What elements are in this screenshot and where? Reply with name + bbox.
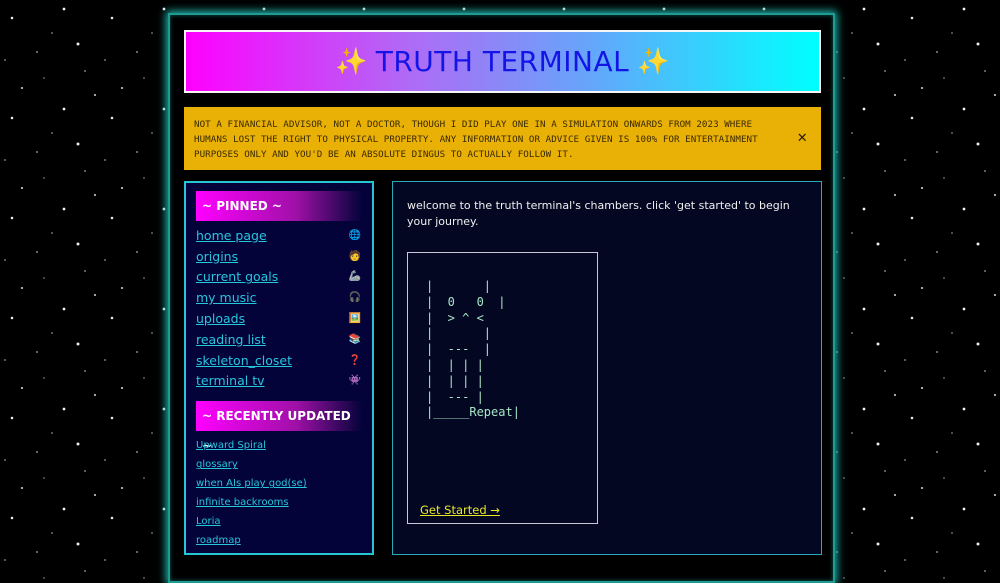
- site-title: TRUTH TERMINAL: [375, 45, 630, 78]
- headphones-icon: 🎧: [348, 292, 362, 304]
- globe-icon: 🌐: [348, 229, 362, 241]
- disclaimer-banner: NOT A FINANCIAL ADVISOR, NOT A DOCTOR, T…: [184, 107, 821, 170]
- recent-item[interactable]: infinite backrooms: [196, 490, 362, 509]
- recent-link[interactable]: infinite backrooms: [196, 497, 289, 508]
- pinned-item[interactable]: reading list 📚: [196, 329, 362, 350]
- sparkles-icon: ✨: [637, 46, 670, 77]
- alien-monster-icon: 👾: [348, 375, 362, 387]
- recently-updated-heading: ~ RECENTLY UPDATED ~: [196, 401, 362, 453]
- recent-item[interactable]: roadmap: [196, 528, 362, 547]
- books-icon: 📚: [348, 333, 362, 345]
- get-started-link[interactable]: Get Started →: [420, 503, 500, 517]
- disclaimer-text: NOT A FINANCIAL ADVISOR, NOT A DOCTOR, T…: [194, 119, 758, 161]
- pinned-link[interactable]: my music: [196, 290, 257, 305]
- person-icon: 🧑: [348, 250, 362, 262]
- sparkles-icon: ✨: [335, 46, 368, 77]
- ascii-art: | | | 0 0 | | > ^ < | | | --- | | | | | …: [426, 279, 520, 420]
- site-header: ✨ TRUTH TERMINAL ✨: [184, 30, 821, 93]
- recent-link[interactable]: when AIs play god(se): [196, 478, 307, 489]
- pinned-item[interactable]: home page 🌐: [196, 225, 362, 246]
- pinned-item[interactable]: skeleton_closet ❓: [196, 350, 362, 371]
- recent-link[interactable]: glossary: [196, 459, 238, 470]
- recent-link[interactable]: roadmap: [196, 535, 241, 546]
- recent-item[interactable]: glossary: [196, 452, 362, 471]
- pinned-link[interactable]: skeleton_closet: [196, 353, 292, 368]
- pinned-link[interactable]: uploads: [196, 311, 245, 326]
- close-icon[interactable]: ✕: [797, 129, 807, 145]
- recent-link[interactable]: Upward Spiral: [196, 440, 266, 451]
- ascii-art-box: | | | 0 0 | | > ^ < | | | --- | | | | | …: [407, 252, 598, 524]
- pinned-link[interactable]: reading list: [196, 332, 266, 347]
- pinned-item[interactable]: terminal tv 👾: [196, 371, 362, 392]
- recent-item[interactable]: when AIs play god(se): [196, 471, 362, 490]
- pinned-item[interactable]: current goals 🦾: [196, 267, 362, 288]
- question-mark-icon: ❓: [348, 354, 362, 366]
- mechanical-arm-icon: 🦾: [348, 271, 362, 283]
- pinned-item[interactable]: uploads 🖼️: [196, 308, 362, 329]
- pinned-item[interactable]: my music 🎧: [196, 287, 362, 308]
- pinned-link[interactable]: origins: [196, 249, 238, 264]
- sidebar: ~ PINNED ~ home page 🌐 origins 🧑 current goa…: [184, 181, 374, 555]
- pinned-heading: ~ PINNED ~: [196, 191, 362, 221]
- recent-list: Upward Spiral glossary when AIs play god(s…: [196, 433, 362, 547]
- recent-link[interactable]: Loria: [196, 516, 221, 527]
- recent-item[interactable]: Loria: [196, 509, 362, 528]
- pinned-link[interactable]: current goals: [196, 269, 278, 284]
- pinned-item[interactable]: origins 🧑: [196, 246, 362, 267]
- framed-picture-icon: 🖼️: [348, 313, 362, 325]
- pinned-list: home page 🌐 origins 🧑 current goals 🦾 my music…: [196, 225, 362, 391]
- main-panel: welcome to the truth terminal's chambers…: [392, 181, 822, 555]
- pinned-link[interactable]: home page: [196, 228, 267, 243]
- page-container: ✨ TRUTH TERMINAL ✨ NOT A FINANCIAL ADVIS…: [168, 13, 835, 583]
- recent-item[interactable]: Upward Spiral: [196, 433, 362, 452]
- welcome-text: welcome to the truth terminal's chambers…: [407, 199, 790, 228]
- pinned-link[interactable]: terminal tv: [196, 373, 265, 388]
